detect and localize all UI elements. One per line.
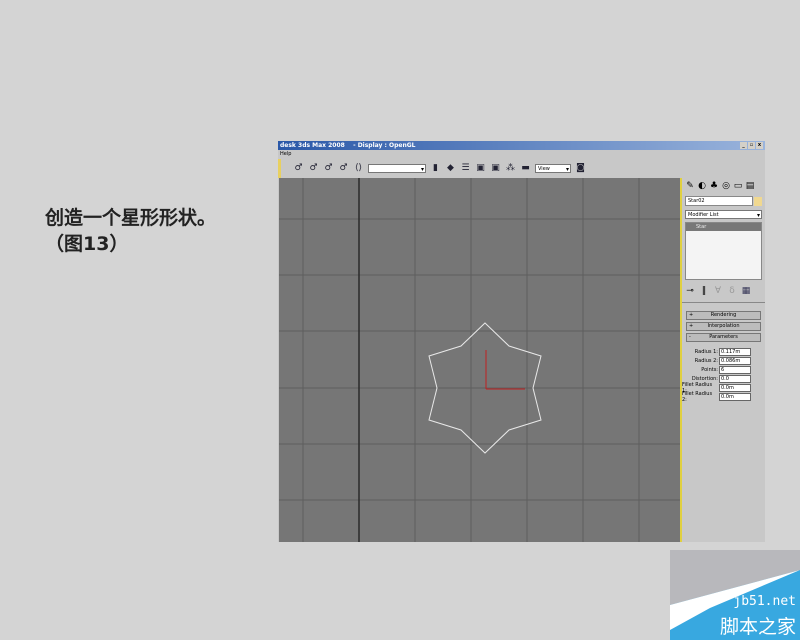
render-setup-icon[interactable]: ▬ — [520, 163, 531, 174]
slide-caption: 创造一个星形形状。 （图13） — [45, 205, 216, 257]
pin-stack-icon[interactable]: ⊸ — [685, 286, 695, 296]
selection-set-icon[interactable]: ⟨⟩ — [353, 163, 364, 174]
modify-tab-icon[interactable]: ◐ — [697, 181, 707, 191]
site-watermark-logo: jb51.net 脚本之家 — [670, 550, 800, 640]
remove-modifier-icon[interactable]: δ — [727, 286, 737, 296]
param-fillet-radius-2: Fillet Radius 2: — [682, 393, 751, 401]
menu-help[interactable]: Help — [280, 150, 291, 158]
param-points: Points: — [682, 366, 751, 374]
mirror-icon[interactable]: ▮ — [430, 163, 441, 174]
utilities-tab-icon[interactable]: ▤ — [745, 181, 755, 191]
viewport-top[interactable] — [279, 178, 682, 542]
rollout-parameters[interactable]: -Parameters — [686, 333, 761, 342]
selection-set-dropdown[interactable] — [368, 164, 426, 173]
param-radius-1: Radius 1: — [682, 348, 751, 356]
modifier-stack: Star — [685, 222, 762, 280]
close-button[interactable]: x — [756, 142, 763, 149]
watermark-name: 脚本之家 — [720, 612, 796, 639]
render-teapot-icon[interactable]: ◙ — [575, 163, 586, 174]
rollout-rendering[interactable]: +Rendering — [686, 311, 761, 320]
layer-icon[interactable]: ☰ — [460, 163, 471, 174]
radius-1-spinner[interactable] — [719, 348, 751, 356]
modifier-list-dropdown[interactable]: Modifier List — [685, 210, 762, 219]
viewport-grid — [279, 178, 680, 542]
distortion-spinner[interactable] — [719, 375, 751, 383]
minimize-button[interactable]: _ — [740, 142, 747, 149]
command-panel: ✎◐♣◎▭▤ Star02 Modifier List Star ⊸ ‖ ∀ δ ▦ +… — [682, 178, 765, 542]
show-end-result-icon[interactable]: ‖ — [699, 286, 709, 296]
maximize-button[interactable]: ▫ — [748, 142, 755, 149]
main-toolbar: ♂ ♂ ♂ ♂ ⟨⟩ ▮ ◆ ☰ ▣ ▣ ⁂ ▬ View ◙ — [278, 159, 765, 178]
align-icon[interactable]: ◆ — [445, 163, 456, 174]
unlink-icon[interactable]: ♂ — [308, 163, 319, 174]
bind-icon[interactable]: ♂ — [323, 163, 334, 174]
title-bar: desk 3ds Max 2008 - Display : OpenGL _▫x — [278, 141, 765, 150]
max-window: desk 3ds Max 2008 - Display : OpenGL _▫x… — [278, 141, 765, 542]
caption-line-1: 创造一个星形形状。 — [45, 205, 216, 231]
display-tab-icon[interactable]: ▭ — [733, 181, 743, 191]
make-unique-icon[interactable]: ∀ — [713, 286, 723, 296]
hierarchy-tab-icon[interactable]: ♣ — [709, 181, 719, 191]
watermark-site: jb51.net — [733, 594, 796, 609]
schematic-icon[interactable]: ▣ — [490, 163, 501, 174]
configure-sets-icon[interactable]: ▦ — [741, 286, 751, 296]
stack-item-star[interactable]: Star — [686, 223, 761, 231]
fillet-radius-2-spinner[interactable] — [719, 393, 751, 401]
render-view-dropdown[interactable]: View — [535, 164, 571, 173]
material-editor-icon[interactable]: ⁂ — [505, 163, 516, 174]
points-spinner[interactable] — [719, 366, 751, 374]
caption-line-2: （图13） — [45, 231, 216, 257]
object-name-field[interactable]: Star02 — [685, 196, 753, 206]
app-title: desk 3ds Max 2008 — [280, 142, 345, 149]
radius-2-spinner[interactable] — [719, 357, 751, 365]
object-color-swatch[interactable] — [754, 197, 762, 206]
rollout-interpolation[interactable]: +Interpolation — [686, 322, 761, 331]
curve-editor-icon[interactable]: ▣ — [475, 163, 486, 174]
select-icon[interactable]: ♂ — [338, 163, 349, 174]
link-icon[interactable]: ♂ — [293, 163, 304, 174]
motion-tab-icon[interactable]: ◎ — [721, 181, 731, 191]
param-radius-2: Radius 2: — [682, 357, 751, 365]
create-tab-icon[interactable]: ✎ — [685, 181, 695, 191]
fillet-radius-1-spinner[interactable] — [719, 384, 751, 392]
pivot-axis-icon — [486, 350, 525, 389]
display-mode: - Display : OpenGL — [353, 142, 415, 149]
